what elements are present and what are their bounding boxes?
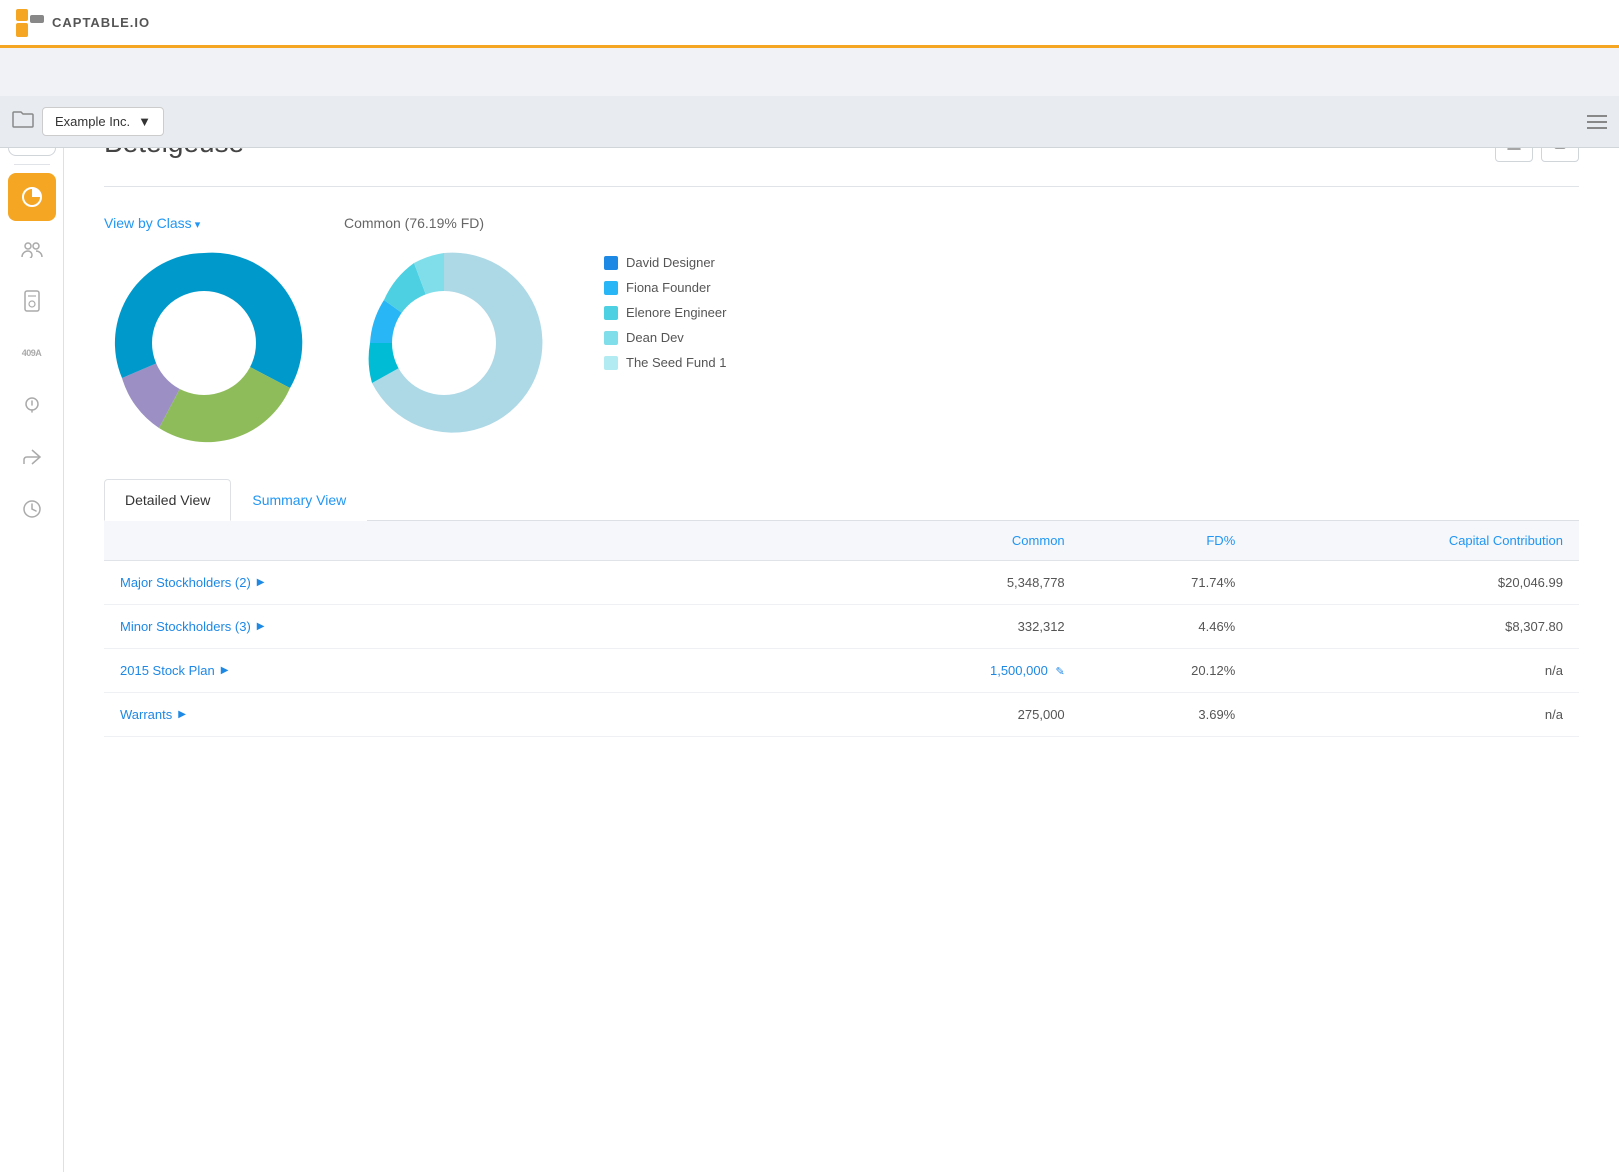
sidebar: + 409A xyxy=(0,100,64,1172)
stakeholders-icon xyxy=(21,240,43,258)
th-common: Common xyxy=(842,521,1081,561)
major-stockholders-text: Major Stockholders (2) xyxy=(120,575,251,590)
charts-section: View by Class Common (76.19% FD xyxy=(104,215,1579,443)
major-stockholders-fd: 71.74% xyxy=(1081,561,1252,605)
legend-label-dean: Dean Dev xyxy=(626,330,684,345)
sidebar-divider-1 xyxy=(14,164,50,165)
row-major-stockholders-label: Major Stockholders (2) ▶ xyxy=(104,561,842,605)
warrants-capital: n/a xyxy=(1251,693,1579,737)
minor-stockholders-link[interactable]: Minor Stockholders (3) ▶ xyxy=(120,619,826,634)
stock-plan-expand[interactable]: ▶ xyxy=(221,665,229,676)
common-chart-title: Common (76.19% FD) xyxy=(344,215,484,231)
legend-item-seedfund: The Seed Fund 1 xyxy=(604,355,726,370)
table-row: Major Stockholders (2) ▶ 5,348,778 71.74… xyxy=(104,561,1579,605)
stock-plan-link[interactable]: 2015 Stock Plan ▶ xyxy=(120,663,826,678)
major-stockholders-expand[interactable]: ▶ xyxy=(257,577,265,588)
tabs-bar: Detailed View Summary View xyxy=(104,479,1579,521)
company-name: Example Inc. xyxy=(55,114,130,129)
folder-icon[interactable] xyxy=(12,110,34,133)
hamburger-menu[interactable] xyxy=(1587,115,1607,129)
class-chart-container: View by Class xyxy=(104,215,304,443)
sidebar-item-stakeholders[interactable] xyxy=(8,225,56,273)
table-row: Warrants ▶ 275,000 3.69% n/a xyxy=(104,693,1579,737)
tabs-section: Detailed View Summary View Common FD% Ca… xyxy=(104,479,1579,737)
minor-stockholders-fd: 4.46% xyxy=(1081,605,1252,649)
common-donut-chart xyxy=(344,243,544,443)
header-divider xyxy=(104,186,1579,187)
minor-stockholders-common: 332,312 xyxy=(842,605,1081,649)
row-warrants-label: Warrants ▶ xyxy=(104,693,842,737)
share-icon xyxy=(22,448,42,466)
sidebar-item-409a[interactable]: 409A xyxy=(8,329,56,377)
table-header: Common FD% Capital Contribution xyxy=(104,521,1579,561)
table-header-row: Common FD% Capital Contribution xyxy=(104,521,1579,561)
legend-item-fiona: Fiona Founder xyxy=(604,280,726,295)
warrants-fd: 3.69% xyxy=(1081,693,1252,737)
tab-detailed-view[interactable]: Detailed View xyxy=(104,479,231,521)
legend-item-david: David Designer xyxy=(604,255,726,270)
minor-stockholders-expand[interactable]: ▶ xyxy=(257,621,265,632)
logo-area: CAPTABLE.IO xyxy=(16,9,150,37)
sidebar-item-scenarios[interactable] xyxy=(8,381,56,429)
warrants-expand[interactable]: ▶ xyxy=(178,709,186,720)
table-row: Minor Stockholders (3) ▶ 332,312 4.46% $… xyxy=(104,605,1579,649)
app-name: CAPTABLE.IO xyxy=(52,15,150,30)
th-label xyxy=(104,521,842,561)
stock-plan-fd: 20.12% xyxy=(1081,649,1252,693)
legend-item-dean: Dean Dev xyxy=(604,330,726,345)
legend-label-fiona: Fiona Founder xyxy=(626,280,711,295)
th-fd: FD% xyxy=(1081,521,1252,561)
major-stockholders-capital: $20,046.99 xyxy=(1251,561,1579,605)
legend-label-david: David Designer xyxy=(626,255,715,270)
logo-icon xyxy=(16,9,44,37)
captable-icon xyxy=(21,186,43,208)
sidebar-item-share[interactable] xyxy=(8,433,56,481)
app-layout: + 409A xyxy=(0,100,1619,1172)
legend-color-dean xyxy=(604,331,618,345)
stock-plan-common: 1,500,000 ✎ xyxy=(842,649,1081,693)
sidebar-item-history[interactable] xyxy=(8,485,56,533)
warrants-text: Warrants xyxy=(120,707,172,722)
company-selector[interactable]: Example Inc. ▼ xyxy=(42,107,164,136)
legend-color-fiona xyxy=(604,281,618,295)
dropdown-arrow: ▼ xyxy=(138,114,151,129)
legend-color-david xyxy=(604,256,618,270)
warrants-common: 275,000 xyxy=(842,693,1081,737)
legend-label-seedfund: The Seed Fund 1 xyxy=(626,355,726,370)
minor-stockholders-capital: $8,307.80 xyxy=(1251,605,1579,649)
main-content: Betelgeuse ✎ xyxy=(64,100,1619,1172)
stock-plan-edit-icon[interactable]: ✎ xyxy=(1055,666,1064,678)
history-icon xyxy=(22,499,42,519)
legend-item-elenore: Elenore Engineer xyxy=(604,305,726,320)
sub-header: Example Inc. ▼ xyxy=(0,96,1619,148)
major-stockholders-common: 5,348,778 xyxy=(842,561,1081,605)
top-nav-bar: CAPTABLE.IO xyxy=(0,0,1619,48)
captable-data-table: Common FD% Capital Contribution Major St… xyxy=(104,521,1579,737)
sidebar-item-reports[interactable] xyxy=(8,277,56,325)
row-stock-plan-label: 2015 Stock Plan ▶ xyxy=(104,649,842,693)
table-row: 2015 Stock Plan ▶ 1,500,000 ✎ 20.12% n/a xyxy=(104,649,1579,693)
warrants-link[interactable]: Warrants ▶ xyxy=(120,707,826,722)
legend-label-elenore: Elenore Engineer xyxy=(626,305,726,320)
stock-plan-capital: n/a xyxy=(1251,649,1579,693)
row-minor-stockholders-label: Minor Stockholders (3) ▶ xyxy=(104,605,842,649)
common-chart-container: Common (76.19% FD) xyxy=(344,215,544,443)
sidebar-item-captable[interactable] xyxy=(8,173,56,221)
scenarios-icon xyxy=(23,394,41,416)
legend-color-seedfund xyxy=(604,356,618,370)
reports-icon xyxy=(23,290,41,312)
folder-svg xyxy=(12,110,34,128)
class-donut-chart xyxy=(104,243,304,443)
view-by-class-button[interactable]: View by Class xyxy=(104,215,200,231)
chart-legend: David Designer Fiona Founder Elenore Eng… xyxy=(604,255,726,370)
legend-color-elenore xyxy=(604,306,618,320)
tab-summary-view[interactable]: Summary View xyxy=(231,479,367,521)
minor-stockholders-text: Minor Stockholders (3) xyxy=(120,619,251,634)
stock-plan-text: 2015 Stock Plan xyxy=(120,663,215,678)
th-capital: Capital Contribution xyxy=(1251,521,1579,561)
table-body: Major Stockholders (2) ▶ 5,348,778 71.74… xyxy=(104,561,1579,737)
major-stockholders-link[interactable]: Major Stockholders (2) ▶ xyxy=(120,575,826,590)
